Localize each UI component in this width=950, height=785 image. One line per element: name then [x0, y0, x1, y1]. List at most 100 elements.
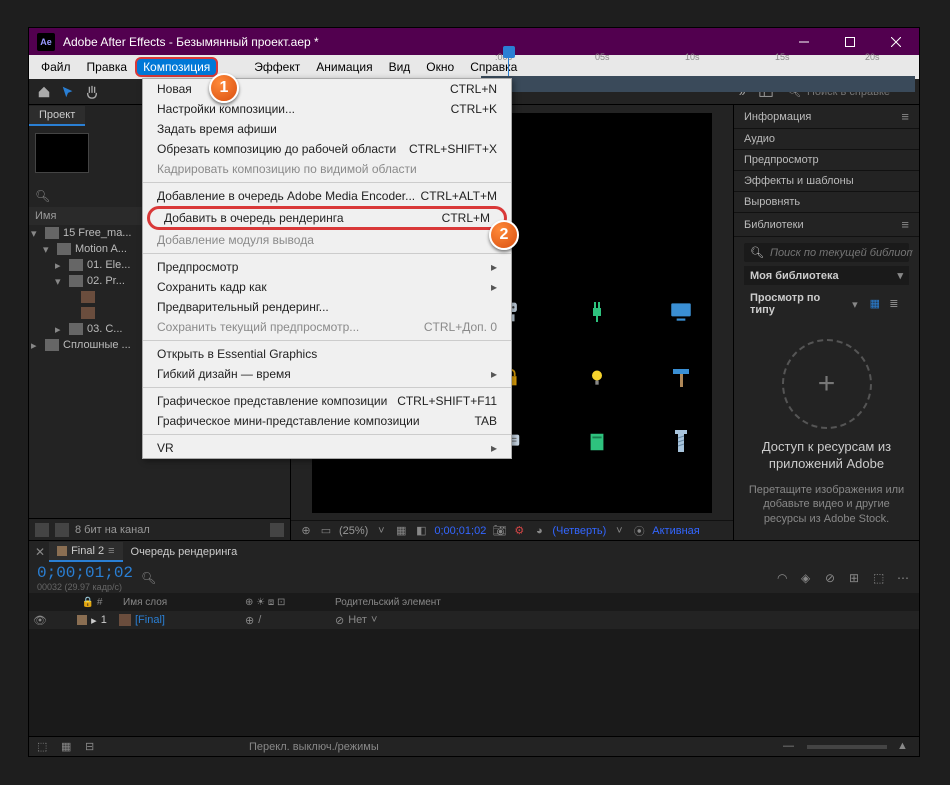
toggle-icon[interactable]: ⊟: [85, 740, 99, 754]
layout-icon[interactable]: ▭: [319, 524, 333, 538]
project-tab[interactable]: Проект: [29, 106, 85, 126]
grid-icon[interactable]: ▦: [394, 524, 408, 538]
timeline-tab-active[interactable]: Final 2 ≡: [49, 542, 122, 562]
footer-icon[interactable]: [35, 523, 49, 537]
menu-animation[interactable]: Анимация: [308, 57, 380, 77]
menu-item: Сохранить текущий предпросмотр...CTRL+До…: [143, 317, 511, 337]
menu-window[interactable]: Окно: [418, 57, 462, 77]
quality-dropdown[interactable]: (Четверть): [552, 525, 606, 537]
menu-item[interactable]: Обрезать композицию до рабочей областиCT…: [143, 139, 511, 159]
footer-icon[interactable]: [55, 523, 69, 537]
motion-blur-icon[interactable]: ⊘: [825, 571, 839, 585]
mask-icon[interactable]: ◧: [414, 524, 428, 538]
frame-blend-icon[interactable]: ◈: [801, 571, 815, 585]
library-search-input[interactable]: [770, 247, 913, 259]
timeline-search[interactable]: 🔍︎: [141, 571, 220, 586]
empty-title: Доступ к ресурсам из приложений Adobe: [746, 439, 907, 473]
timeline-footer: ⬚ ▦ ⊟ Перекл. выключ./режимы — ▲: [29, 736, 919, 756]
switches-label[interactable]: Перекл. выключ./режимы: [249, 741, 379, 753]
hammer-icon: [666, 363, 696, 393]
hamburger-icon[interactable]: ≡: [901, 217, 909, 232]
menu-composition[interactable]: Композиция: [135, 57, 218, 77]
wrench-icon[interactable]: ⚙: [512, 524, 526, 538]
menu-item[interactable]: Графическое представление композицииCTRL…: [143, 391, 511, 411]
panel-effects[interactable]: Эффекты и шаблоны: [734, 171, 919, 192]
selection-tool-icon[interactable]: [59, 83, 77, 101]
more-icon[interactable]: ⋯: [897, 571, 911, 585]
timeline-tab-render[interactable]: Очередь рендеринга: [123, 543, 246, 561]
hamburger-icon[interactable]: ≡: [901, 109, 909, 124]
menu-item-label: VR: [157, 441, 491, 455]
hand-tool-icon[interactable]: [83, 83, 101, 101]
menu-hidden[interactable]: [218, 64, 246, 70]
menu-item[interactable]: Добавление в очередь Adobe Media Encoder…: [143, 186, 511, 206]
library-search[interactable]: 🔍︎ ▾: [744, 243, 909, 262]
viewer-timecode[interactable]: 0;00;01;02: [434, 525, 486, 537]
camera-dropdown[interactable]: Активная: [652, 525, 699, 537]
panel-libraries[interactable]: Библиотеки≡: [734, 213, 919, 237]
menu-file[interactable]: Файл: [33, 57, 79, 77]
app-icon: Ae: [37, 33, 55, 51]
draft3d-icon[interactable]: ⬚: [873, 571, 887, 585]
panel-info[interactable]: Информация≡: [734, 105, 919, 129]
visibility-icon[interactable]: 👁: [33, 614, 47, 627]
menu-item[interactable]: Открыть в Essential Graphics: [143, 344, 511, 364]
timeline-layer-row[interactable]: 👁 ▸ 1 [Final] ⊕/ ⊘Нет˅: [29, 611, 919, 629]
toggle-icon[interactable]: ▦: [61, 740, 75, 754]
chevron-down-icon[interactable]: ▾: [852, 298, 858, 311]
menu-item[interactable]: Гибкий дизайн — время▸: [143, 364, 511, 384]
graph-editor-icon[interactable]: ⊞: [849, 571, 863, 585]
folder-icon: [69, 323, 83, 335]
menu-item[interactable]: Предварительный рендеринг...: [143, 297, 511, 317]
bpc-label[interactable]: 8 бит на канал: [75, 524, 150, 536]
menu-item[interactable]: Предпросмотр▸: [143, 257, 511, 277]
composition-menu[interactable]: НоваяCTRL+NНастройки композиции...CTRL+K…: [142, 78, 512, 459]
menu-effect[interactable]: Эффект: [246, 57, 308, 77]
monitor-icon: [666, 297, 696, 327]
panel-audio[interactable]: Аудио: [734, 129, 919, 150]
trash-icon[interactable]: [270, 523, 284, 537]
zoom-value[interactable]: (25%): [339, 525, 368, 537]
home-icon[interactable]: [35, 83, 53, 101]
timeline-search-input[interactable]: [160, 571, 220, 586]
grid-view-icon[interactable]: ▦: [870, 297, 884, 311]
menu-item[interactable]: Задать время афиши: [143, 119, 511, 139]
toggle-icon[interactable]: ⬚: [37, 740, 51, 754]
menu-shortcut: CTRL+Доп. 0: [424, 320, 497, 334]
exposure-icon[interactable]: ⦿: [632, 524, 646, 538]
chevron-down-icon[interactable]: ˅: [612, 524, 626, 538]
tree-label: 15 Free_ma...: [63, 227, 131, 239]
folder-icon: [45, 227, 59, 239]
column-name[interactable]: Имя: [35, 210, 56, 222]
project-footer: 8 бит на канал: [29, 518, 290, 540]
menu-item[interactable]: Сохранить кадр как▸: [143, 277, 511, 297]
add-asset-button[interactable]: +: [782, 339, 872, 429]
library-dropdown[interactable]: Моя библиотека▾: [744, 266, 909, 285]
camera-icon[interactable]: 📷︎: [492, 524, 506, 538]
color-icon[interactable]: ◕: [532, 524, 546, 538]
list-view-icon[interactable]: ≣: [889, 297, 903, 311]
chevron-down-icon[interactable]: ˅: [374, 524, 388, 538]
menu-item[interactable]: Графическое мини-представление композици…: [143, 411, 511, 431]
timeline-area[interactable]: [29, 629, 919, 736]
menu-edit[interactable]: Правка: [79, 57, 136, 77]
panel-align[interactable]: Выровнять: [734, 192, 919, 213]
menu-item[interactable]: Настройки композиции...CTRL+K: [143, 99, 511, 119]
menu-item[interactable]: Добавить в очередь рендерингаCTRL+M: [147, 206, 507, 230]
pickwhip-icon[interactable]: ⊘: [335, 614, 344, 627]
search-icon: 🔍︎: [750, 246, 764, 259]
shy-icon[interactable]: ◠: [777, 571, 791, 585]
menu-item[interactable]: НоваяCTRL+N: [143, 79, 511, 99]
menu-item[interactable]: VR▸: [143, 438, 511, 458]
timeline-timecode[interactable]: 0;00;01;02: [37, 564, 133, 582]
zoom-out-icon[interactable]: —: [783, 740, 797, 754]
zoom-slider[interactable]: [807, 745, 887, 749]
magnify-icon[interactable]: ⊕: [299, 524, 313, 538]
parent-dropdown[interactable]: Нет: [348, 614, 367, 626]
panel-preview[interactable]: Предпросмотр: [734, 150, 919, 171]
menu-shortcut: CTRL+M: [442, 211, 490, 225]
zoom-in-icon[interactable]: ▲: [897, 740, 911, 754]
menu-item-label: Предпросмотр: [157, 260, 491, 274]
close-tab-icon[interactable]: ✕: [35, 545, 45, 559]
menu-view[interactable]: Вид: [381, 57, 419, 77]
